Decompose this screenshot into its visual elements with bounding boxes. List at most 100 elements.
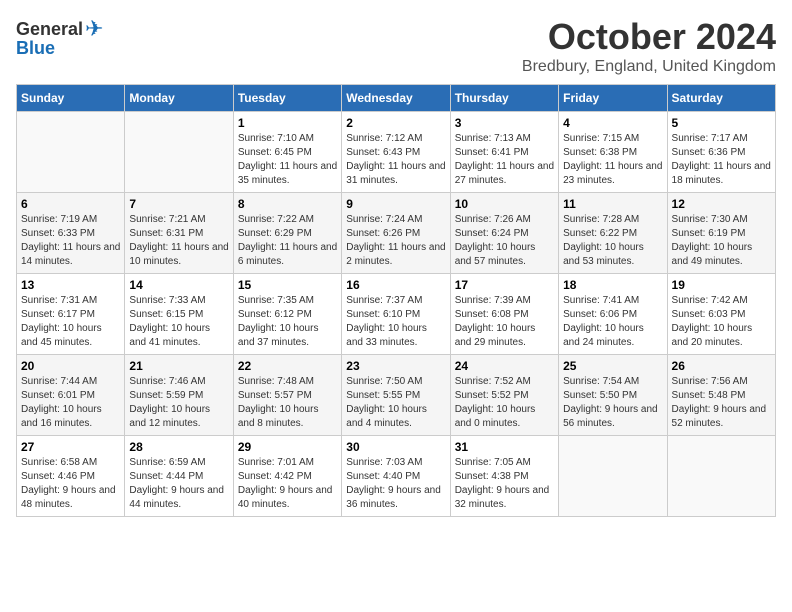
calendar-cell: 25Sunrise: 7:54 AM Sunset: 5:50 PM Dayli… bbox=[559, 355, 667, 436]
day-number: 3 bbox=[455, 116, 554, 130]
page-header: General ✈ Blue October 2024 Bredbury, En… bbox=[16, 16, 776, 76]
day-number: 1 bbox=[238, 116, 337, 130]
day-number: 16 bbox=[346, 278, 445, 292]
day-number: 18 bbox=[563, 278, 662, 292]
calendar-week-row: 20 Sunrise: 7:44 AM Sunset: 6:01 PM Dayli… bbox=[17, 355, 776, 436]
calendar-cell: 11 Sunrise: 7:28 AM Sunset: 6:22 PM Dayli… bbox=[559, 193, 667, 274]
location-title: Bredbury, England, United Kingdom bbox=[522, 58, 776, 76]
weekday-header: Sunday bbox=[17, 85, 125, 112]
calendar-cell: 22 Sunrise: 7:48 AM Sunset: 5:57 PM Dayli… bbox=[233, 355, 341, 436]
day-info: Sunrise: 7:13 AM Sunset: 6:41 PM Dayligh… bbox=[455, 132, 554, 188]
day-number: 27 bbox=[21, 440, 120, 454]
day-info: Sunrise: 7:46 AM Sunset: 5:59 PM Dayligh… bbox=[129, 375, 228, 431]
day-info: Sunrise: 6:58 AM Sunset: 4:46 PM Dayligh… bbox=[21, 456, 120, 512]
calendar-cell: 17Sunrise: 7:39 AM Sunset: 6:08 PM Dayli… bbox=[450, 274, 558, 355]
day-info: Sunrise: 7:22 AM Sunset: 6:29 PM Dayligh… bbox=[238, 213, 337, 269]
calendar-cell: 20 Sunrise: 7:44 AM Sunset: 6:01 PM Dayli… bbox=[17, 355, 125, 436]
calendar-week-row: 1 Sunrise: 7:10 AM Sunset: 6:45 PM Daylig… bbox=[17, 112, 776, 193]
day-info: Sunrise: 7:48 AM Sunset: 5:57 PM Dayligh… bbox=[238, 375, 337, 431]
day-number: 2 bbox=[346, 116, 445, 130]
day-info: Sunrise: 7:44 AM Sunset: 6:01 PM Dayligh… bbox=[21, 375, 120, 431]
day-info: Sunrise: 7:30 AM Sunset: 6:19 PM Dayligh… bbox=[672, 213, 771, 269]
calendar-cell: 18 Sunrise: 7:41 AM Sunset: 6:06 PM Dayli… bbox=[559, 274, 667, 355]
day-number: 24 bbox=[455, 359, 554, 373]
calendar-cell: 19 Sunrise: 7:42 AM Sunset: 6:03 PM Dayli… bbox=[667, 274, 775, 355]
calendar-cell bbox=[17, 112, 125, 193]
day-number: 28 bbox=[129, 440, 228, 454]
weekday-header: Thursday bbox=[450, 85, 558, 112]
day-number: 29 bbox=[238, 440, 337, 454]
day-number: 11 bbox=[563, 197, 662, 211]
day-number: 19 bbox=[672, 278, 771, 292]
day-info: Sunrise: 7:41 AM Sunset: 6:06 PM Dayligh… bbox=[563, 294, 662, 350]
calendar-cell: 8 Sunrise: 7:22 AM Sunset: 6:29 PM Daylig… bbox=[233, 193, 341, 274]
day-info: Sunrise: 7:10 AM Sunset: 6:45 PM Dayligh… bbox=[238, 132, 337, 188]
day-number: 14 bbox=[129, 278, 228, 292]
day-number: 25 bbox=[563, 359, 662, 373]
day-info: Sunrise: 6:59 AM Sunset: 4:44 PM Dayligh… bbox=[129, 456, 228, 512]
day-number: 20 bbox=[21, 359, 120, 373]
calendar-cell: 13 Sunrise: 7:31 AM Sunset: 6:17 PM Dayli… bbox=[17, 274, 125, 355]
day-info: Sunrise: 7:21 AM Sunset: 6:31 PM Dayligh… bbox=[129, 213, 228, 269]
calendar-cell: 29 Sunrise: 7:01 AM Sunset: 4:42 PM Dayli… bbox=[233, 436, 341, 517]
calendar-cell: 2 Sunrise: 7:12 AM Sunset: 6:43 PM Daylig… bbox=[342, 112, 450, 193]
day-number: 10 bbox=[455, 197, 554, 211]
calendar-cell: 24Sunrise: 7:52 AM Sunset: 5:52 PM Dayli… bbox=[450, 355, 558, 436]
calendar-week-row: 6 Sunrise: 7:19 AM Sunset: 6:33 PM Daylig… bbox=[17, 193, 776, 274]
day-info: Sunrise: 7:31 AM Sunset: 6:17 PM Dayligh… bbox=[21, 294, 120, 350]
day-number: 6 bbox=[21, 197, 120, 211]
day-number: 13 bbox=[21, 278, 120, 292]
calendar-cell: 5 Sunrise: 7:17 AM Sunset: 6:36 PM Daylig… bbox=[667, 112, 775, 193]
day-info: Sunrise: 7:12 AM Sunset: 6:43 PM Dayligh… bbox=[346, 132, 445, 188]
day-number: 5 bbox=[672, 116, 771, 130]
calendar-cell: 7 Sunrise: 7:21 AM Sunset: 6:31 PM Daylig… bbox=[125, 193, 233, 274]
day-info: Sunrise: 7:50 AM Sunset: 5:55 PM Dayligh… bbox=[346, 375, 445, 431]
logo-bird-icon: ✈ bbox=[85, 16, 103, 42]
calendar-cell: 15Sunrise: 7:35 AM Sunset: 6:12 PM Dayli… bbox=[233, 274, 341, 355]
calendar-cell: 30Sunrise: 7:03 AM Sunset: 4:40 PM Dayli… bbox=[342, 436, 450, 517]
month-title: October 2024 bbox=[522, 16, 776, 58]
day-number: 30 bbox=[346, 440, 445, 454]
day-number: 26 bbox=[672, 359, 771, 373]
day-number: 9 bbox=[346, 197, 445, 211]
day-number: 31 bbox=[455, 440, 554, 454]
weekday-header: Tuesday bbox=[233, 85, 341, 112]
day-number: 22 bbox=[238, 359, 337, 373]
day-number: 15 bbox=[238, 278, 337, 292]
logo-blue: Blue bbox=[16, 38, 55, 59]
weekday-header-row: SundayMondayTuesdayWednesdayThursdayFrid… bbox=[17, 85, 776, 112]
day-number: 23 bbox=[346, 359, 445, 373]
calendar-cell: 14 Sunrise: 7:33 AM Sunset: 6:15 PM Dayli… bbox=[125, 274, 233, 355]
calendar-table: SundayMondayTuesdayWednesdayThursdayFrid… bbox=[16, 84, 776, 517]
logo: General ✈ Blue bbox=[16, 16, 103, 59]
calendar-cell: 27 Sunrise: 6:58 AM Sunset: 4:46 PM Dayli… bbox=[17, 436, 125, 517]
calendar-week-row: 13 Sunrise: 7:31 AM Sunset: 6:17 PM Dayli… bbox=[17, 274, 776, 355]
calendar-cell: 28 Sunrise: 6:59 AM Sunset: 4:44 PM Dayli… bbox=[125, 436, 233, 517]
calendar-cell: 9 Sunrise: 7:24 AM Sunset: 6:26 PM Daylig… bbox=[342, 193, 450, 274]
day-info: Sunrise: 7:05 AM Sunset: 4:38 PM Dayligh… bbox=[455, 456, 554, 512]
day-info: Sunrise: 7:24 AM Sunset: 6:26 PM Dayligh… bbox=[346, 213, 445, 269]
day-info: Sunrise: 7:19 AM Sunset: 6:33 PM Dayligh… bbox=[21, 213, 120, 269]
day-number: 8 bbox=[238, 197, 337, 211]
calendar-cell: 12 Sunrise: 7:30 AM Sunset: 6:19 PM Dayli… bbox=[667, 193, 775, 274]
day-info: Sunrise: 7:01 AM Sunset: 4:42 PM Dayligh… bbox=[238, 456, 337, 512]
weekday-header: Saturday bbox=[667, 85, 775, 112]
calendar-cell: 23 Sunrise: 7:50 AM Sunset: 5:55 PM Dayli… bbox=[342, 355, 450, 436]
day-number: 12 bbox=[672, 197, 771, 211]
day-number: 21 bbox=[129, 359, 228, 373]
day-info: Sunrise: 7:28 AM Sunset: 6:22 PM Dayligh… bbox=[563, 213, 662, 269]
weekday-header: Wednesday bbox=[342, 85, 450, 112]
day-info: Sunrise: 7:42 AM Sunset: 6:03 PM Dayligh… bbox=[672, 294, 771, 350]
day-number: 17 bbox=[455, 278, 554, 292]
weekday-header: Friday bbox=[559, 85, 667, 112]
calendar-cell bbox=[667, 436, 775, 517]
calendar-cell: 21 Sunrise: 7:46 AM Sunset: 5:59 PM Dayli… bbox=[125, 355, 233, 436]
calendar-cell: 3 Sunrise: 7:13 AM Sunset: 6:41 PM Daylig… bbox=[450, 112, 558, 193]
calendar-cell: 4Sunrise: 7:15 AM Sunset: 6:38 PM Daylig… bbox=[559, 112, 667, 193]
calendar-cell: 31 Sunrise: 7:05 AM Sunset: 4:38 PM Dayli… bbox=[450, 436, 558, 517]
day-info: Sunrise: 7:33 AM Sunset: 6:15 PM Dayligh… bbox=[129, 294, 228, 350]
calendar-week-row: 27 Sunrise: 6:58 AM Sunset: 4:46 PM Dayli… bbox=[17, 436, 776, 517]
day-number: 7 bbox=[129, 197, 228, 211]
calendar-cell bbox=[559, 436, 667, 517]
day-info: Sunrise: 7:17 AM Sunset: 6:36 PM Dayligh… bbox=[672, 132, 771, 188]
